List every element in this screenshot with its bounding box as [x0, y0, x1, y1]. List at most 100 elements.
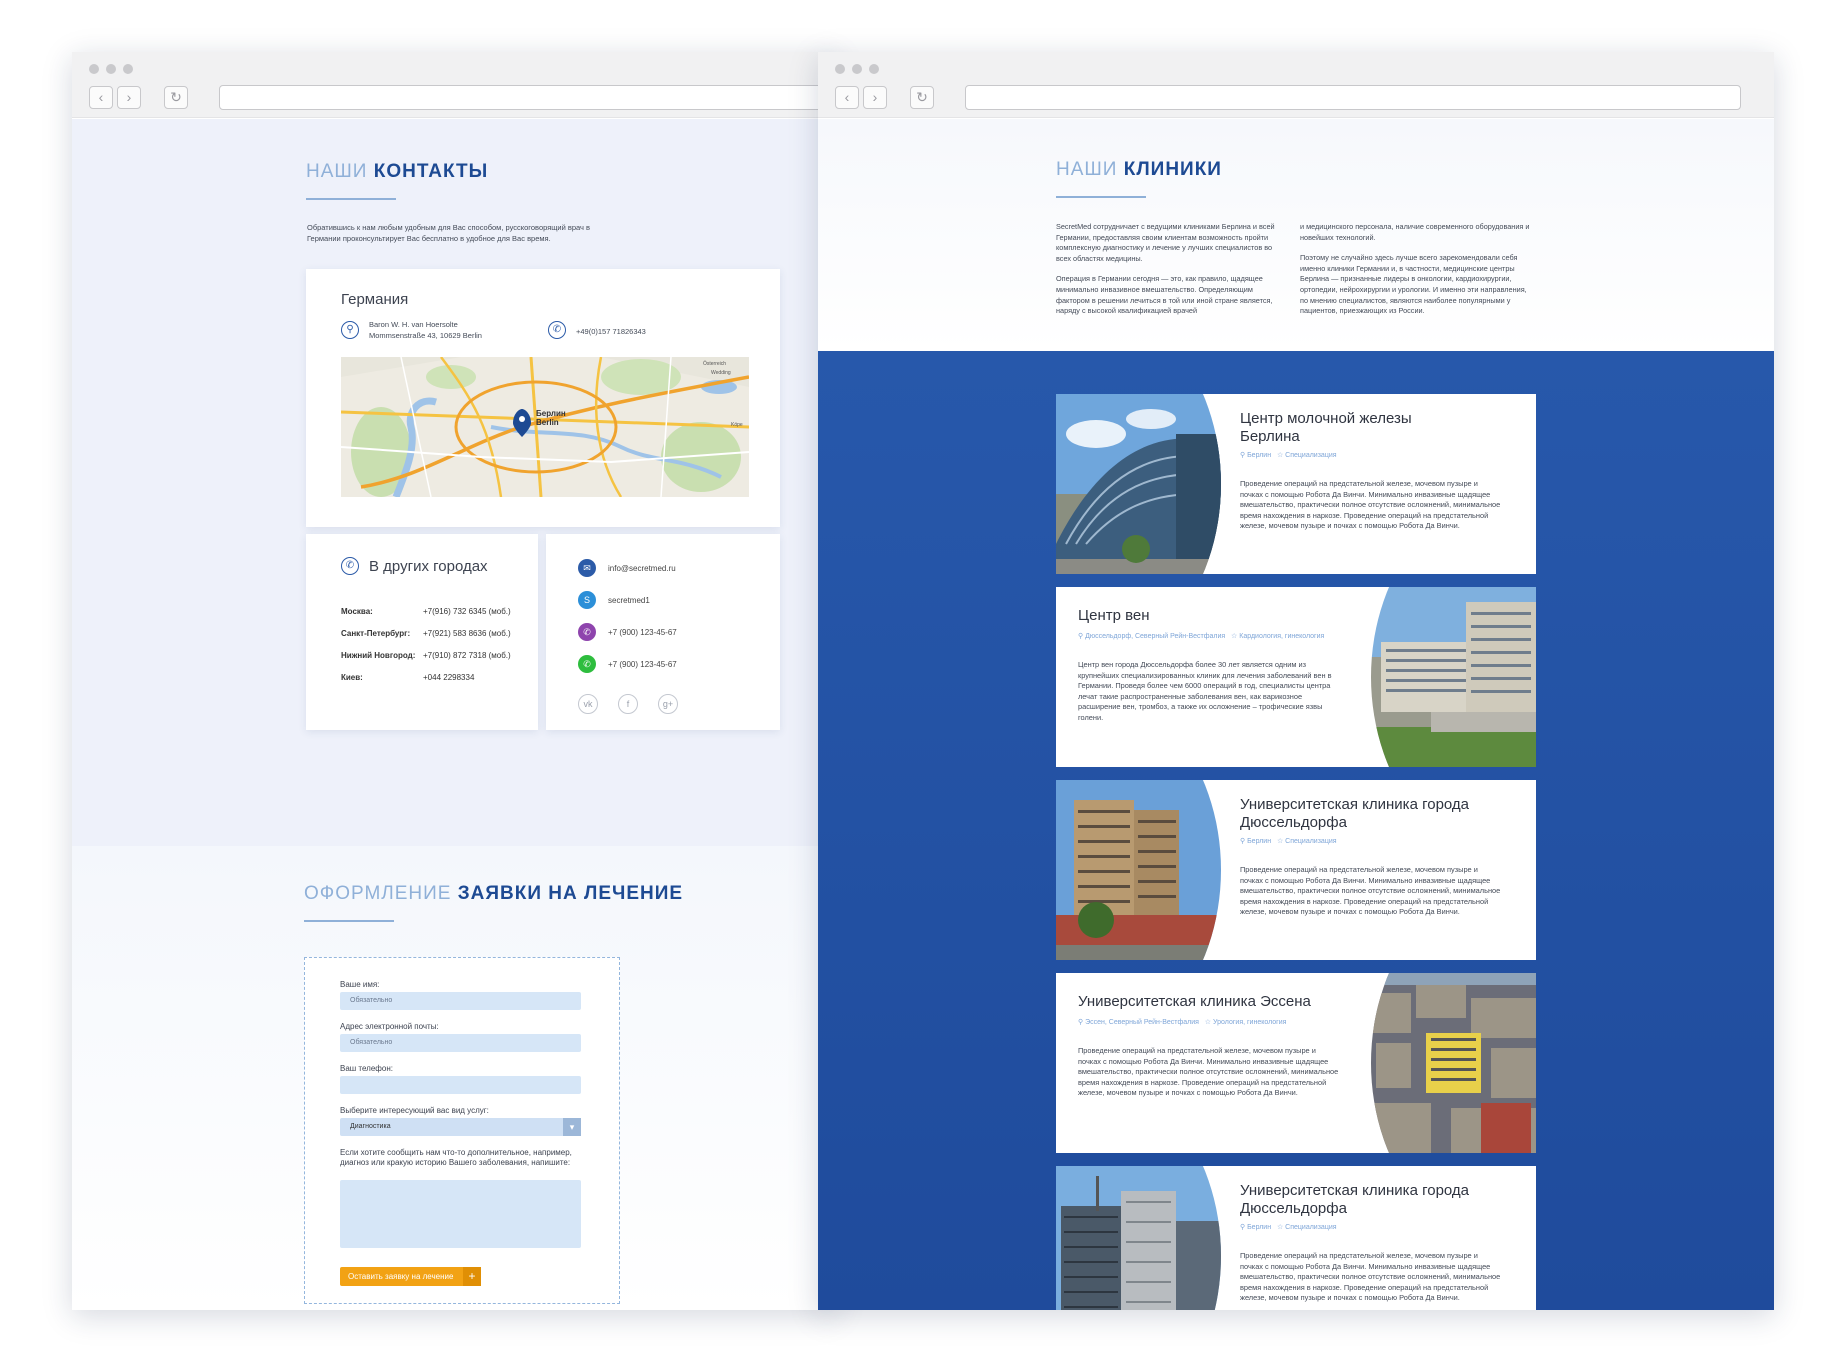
clinic-meta: ⚲ Берлин ☆ Специализация	[1240, 838, 1337, 845]
clinics-title: НАШИ КЛИНИКИ	[1056, 159, 1222, 180]
clinic-card[interactable]: Университетская клиника города Дюссельдо…	[1056, 1166, 1536, 1310]
address-line1: Baron W. H. van Hoersolte	[369, 320, 458, 329]
clinic-meta: ⚲ Дюссельдорф, Северный Рейн-Вестфалия ☆…	[1078, 633, 1325, 640]
title-underline	[1056, 196, 1146, 198]
window-dot[interactable]	[89, 64, 99, 74]
google-plus-icon[interactable]: g+	[658, 694, 678, 714]
chevron-down-icon: ▾	[563, 1118, 581, 1136]
clinic-description: Проведение операций на предстательной же…	[1240, 865, 1501, 917]
clinic-photo	[1371, 587, 1536, 767]
map-label: Köpe	[731, 422, 743, 428]
address-line2: Mommsenstraße 43, 10629 Berlin	[369, 331, 482, 340]
clinic-title: Университетская клиника города Дюссельдо…	[1240, 796, 1470, 831]
title-underline	[306, 198, 396, 200]
clinic-photo	[1056, 394, 1221, 574]
reload-button[interactable]: ↻	[910, 86, 934, 109]
phone-icon: ✆	[341, 557, 359, 575]
contacts-section: НАШИ КОНТАКТЫ Обратившись к нам любым уд…	[72, 119, 836, 846]
browser-window-contacts: ‹ › ↻ НАШИ КОНТАКТЫ Обратившись к нам лю…	[72, 52, 836, 1310]
clinic-description: Центр вен города Дюссельдорфа более 30 л…	[1078, 660, 1332, 722]
whatsapp-icon: ✆	[578, 655, 596, 673]
clinic-title: Центр молочной железы Берлина	[1240, 410, 1412, 445]
star-icon: ☆	[1204, 1019, 1214, 1026]
germany-card: Германия ⚲ Baron W. H. van Hoersolte Mom…	[306, 269, 780, 527]
clinics-intro-col1: SecretMed сотрудничает с ведущими клиник…	[1056, 222, 1275, 316]
clinic-description: Проведение операций на предстательной же…	[1078, 1046, 1339, 1098]
back-button[interactable]: ‹	[835, 86, 859, 109]
clinic-meta: ⚲ Берлин ☆ Специализация	[1240, 452, 1337, 459]
application-section: ОФОРМЛЕНИЕ ЗАЯВКИ НА ЛЕЧЕНИЕ Ваше имя: О…	[72, 846, 836, 1310]
address-bar[interactable]	[219, 85, 836, 110]
city-row: Нижний Новгород: +7(910) 872 7318 (моб.)	[341, 651, 511, 660]
title-underline	[304, 920, 394, 922]
other-cities-heading: В других городах	[369, 558, 488, 575]
plus-icon: +	[463, 1267, 481, 1286]
map-label: Берлин Berlin	[536, 409, 566, 427]
clinics-intro-section: НАШИ КЛИНИКИ SecretMed сотрудничает с ве…	[818, 119, 1774, 351]
message-label: Если хотите сообщить нам что-то дополнит…	[340, 1148, 572, 1167]
clinic-card[interactable]: Центр молочной железы Берлина ⚲ Берлин ☆…	[1056, 394, 1536, 574]
service-label: Выберите интересующий вас вид услуг:	[340, 1106, 489, 1115]
clinic-card[interactable]: Университетская клиника города Дюссельдо…	[1056, 780, 1536, 960]
clinic-photo	[1371, 973, 1536, 1153]
star-icon: ☆	[1276, 838, 1286, 845]
service-select[interactable]: Диагностика ▾	[340, 1118, 581, 1136]
window-dot[interactable]	[852, 64, 862, 74]
clinic-card[interactable]: Университетская клиника Эссена ⚲ Эссен, …	[1056, 973, 1536, 1153]
clinic-card[interactable]: Центр вен ⚲ Дюссельдорф, Северный Рейн-В…	[1056, 587, 1536, 767]
browser-chrome: ‹ › ↻	[72, 52, 836, 118]
city-row: Санкт-Петербург: +7(921) 583 8636 (моб.)	[341, 629, 511, 638]
forward-button[interactable]: ›	[863, 86, 887, 109]
map-label: Österreich	[703, 361, 727, 367]
email-icon: ✉	[578, 559, 596, 577]
other-cities-card: ✆ В других городах Москва: +7(916) 732 63…	[306, 534, 538, 730]
window-dot[interactable]	[869, 64, 879, 74]
browser-window-clinics: ‹ › ↻ НАШИ КЛИНИКИ SecretMed сотрудничае…	[818, 52, 1774, 1310]
clinics-list-section: Центр молочной железы Берлина ⚲ Берлин ☆…	[818, 351, 1774, 1310]
name-input[interactable]: Обязательно	[340, 992, 581, 1010]
application-title: ОФОРМЛЕНИЕ ЗАЯВКИ НА ЛЕЧЕНИЕ	[304, 883, 684, 904]
vk-icon[interactable]: vk	[578, 694, 598, 714]
browser-chrome: ‹ › ↻	[818, 52, 1774, 118]
window-dot[interactable]	[106, 64, 116, 74]
clinic-meta: ⚲ Берлин ☆ Специализация	[1240, 1224, 1337, 1231]
clinic-photo	[1056, 780, 1221, 960]
clinic-description: Проведение операций на предстательной же…	[1240, 1251, 1501, 1303]
star-icon: ☆	[1276, 452, 1286, 459]
address-bar[interactable]	[965, 85, 1741, 110]
reload-button[interactable]: ↻	[164, 86, 188, 109]
email-input[interactable]: Обязательно	[340, 1034, 581, 1052]
window-dot[interactable]	[835, 64, 845, 74]
city-row: Киев: +044 2298334	[341, 673, 475, 682]
skype-icon: S	[578, 591, 596, 609]
clinic-photo	[1056, 1166, 1221, 1310]
map-label: Wedding	[711, 370, 731, 376]
contacts-intro: Обратившись к нам любым удобным для Вас …	[307, 223, 591, 243]
contacts-title: НАШИ КОНТАКТЫ	[306, 161, 489, 182]
channels-card: ✉ info@secretmed.ru Ssecretmed1 ✆ +7 (900)…	[546, 534, 780, 730]
clinic-title: Университетская клиника города Дюссельдо…	[1240, 1182, 1470, 1217]
message-textarea[interactable]	[340, 1180, 581, 1248]
city-row: Москва: +7(916) 732 6345 (моб.)	[341, 607, 511, 616]
clinic-description: Проведение операций на предстательной же…	[1240, 479, 1501, 531]
city-map[interactable]: Берлин Berlin Österreich Wedding Köpe	[341, 357, 749, 497]
clinic-title: Центр вен	[1078, 607, 1150, 624]
forward-button[interactable]: ›	[117, 86, 141, 109]
back-button[interactable]: ‹	[89, 86, 113, 109]
submit-button[interactable]: Оставить заявку на лечение +	[340, 1267, 481, 1286]
phone-input[interactable]	[340, 1076, 581, 1094]
name-label: Ваше имя:	[340, 980, 380, 989]
email-label: Адрес электронной почты:	[340, 1022, 439, 1031]
application-form: Ваше имя: Обязательно Адрес электронной …	[304, 957, 620, 1304]
clinics-intro-col2: и медицинского персонала, наличие соврем…	[1300, 222, 1530, 316]
clinic-title: Университетская клиника Эссена	[1078, 993, 1311, 1010]
page-contacts: НАШИ КОНТАКТЫ Обратившись к нам любым уд…	[72, 119, 836, 1310]
viber-icon: ✆	[578, 623, 596, 641]
star-icon: ☆	[1276, 1224, 1286, 1231]
clinic-meta: ⚲ Эссен, Северный Рейн-Вестфалия ☆ Уроло…	[1078, 1019, 1287, 1026]
facebook-icon[interactable]: f	[618, 694, 638, 714]
germany-phone[interactable]: +49(0)157 71826343	[576, 326, 646, 337]
location-icon: ⚲	[341, 321, 359, 339]
page-clinics: НАШИ КЛИНИКИ SecretMed сотрудничает с ве…	[818, 119, 1774, 1310]
window-dot[interactable]	[123, 64, 133, 74]
